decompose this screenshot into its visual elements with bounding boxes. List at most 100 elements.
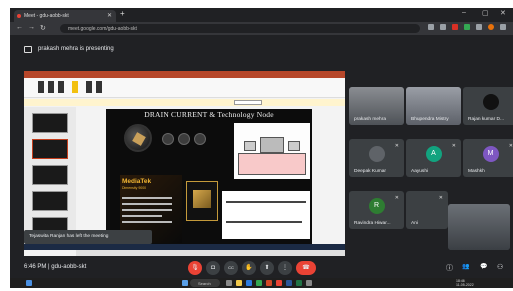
extension-icon[interactable] — [464, 24, 470, 30]
reload-icon[interactable]: ↻ — [40, 24, 46, 32]
muted-mic-icon: ✕ — [438, 195, 443, 201]
participant-tile[interactable]: Rajan kumar D... — [463, 87, 513, 125]
weather-icon[interactable] — [26, 280, 32, 286]
minimize-button[interactable]: – — [462, 9, 466, 16]
slide-thumbnail-selected — [32, 139, 68, 159]
info-icon[interactable]: ⓘ — [446, 263, 453, 273]
participant-name: prakash mehra — [354, 117, 386, 122]
edge-icon[interactable] — [246, 280, 252, 286]
taskbar-search[interactable]: Search — [190, 279, 220, 287]
slide-title: DRAIN CURRENT & Technology Node — [144, 110, 274, 119]
shared-taskbar — [24, 244, 345, 250]
text-line — [122, 197, 172, 199]
participant-tile[interactable]: ✕ Ani — [406, 191, 448, 229]
extension-icons — [428, 24, 506, 30]
participant-name: Bhupendra Mistry — [411, 117, 449, 122]
excel-icon[interactable] — [296, 280, 302, 286]
slide-thumbnails — [24, 107, 76, 247]
slide-thumbnail — [32, 191, 68, 211]
participant-avatar: R — [368, 198, 385, 214]
participant-tile[interactable]: ✕ M Mashkh — [463, 139, 513, 177]
participant-tile[interactable]: prakash mehra — [349, 87, 404, 125]
muted-mic-icon: ✕ — [508, 143, 513, 149]
menu-icon[interactable] — [500, 24, 506, 30]
extension-icon[interactable] — [452, 24, 458, 30]
extension-icon[interactable] — [440, 24, 446, 30]
raise-hand-button[interactable]: ✋ — [242, 261, 256, 275]
powerpoint-icon[interactable] — [266, 280, 272, 286]
presenting-banner: prakash mehra is presenting — [10, 41, 513, 59]
participant-tile[interactable]: ✕ R Ravindra Hiwar... — [349, 191, 404, 229]
meet-tab[interactable]: Meet - gdu-aobb-skt ✕ — [14, 10, 116, 22]
powerpoint-ribbon — [24, 78, 345, 98]
present-button[interactable]: ⬆ — [260, 261, 274, 275]
text-line — [122, 203, 172, 205]
substrate-shape — [238, 153, 306, 175]
back-icon[interactable]: ← — [16, 24, 23, 31]
meeting-code: gdu-aobb-skt — [51, 264, 87, 270]
app-icon[interactable] — [276, 280, 282, 286]
video-overlay-controls — [162, 133, 222, 147]
maximize-button[interactable]: ▢ — [482, 9, 489, 17]
url-input[interactable]: meet.google.com/gdu-aobb-skt — [60, 24, 420, 33]
profile-icon[interactable] — [488, 24, 494, 30]
enable-editing-button — [234, 100, 262, 105]
protected-view-bar — [24, 99, 345, 106]
participant-avatar — [368, 146, 385, 162]
chip-photo — [124, 124, 152, 152]
muted-mic-icon: ✕ — [394, 143, 399, 149]
more-options-button[interactable]: ⋮ — [278, 261, 292, 275]
new-tab-button[interactable]: + — [120, 9, 125, 18]
overlay-control-icon — [194, 133, 206, 145]
source-shape — [244, 141, 256, 151]
close-window-button[interactable]: ✕ — [500, 9, 506, 17]
system-clock[interactable]: 18:46 11-05-2022 — [456, 279, 474, 287]
recording-dot-icon — [17, 14, 21, 18]
meeting-time: 6:46 PM — [24, 264, 47, 270]
shared-screen: DRAIN CURRENT & Technology Node MediaTek… — [24, 71, 345, 256]
extension-icon[interactable] — [476, 24, 482, 30]
participant-avatar — [482, 94, 499, 110]
chat-icon[interactable]: 💬 — [480, 263, 487, 270]
left-meeting-toast: Tejaswita Ranjan has left the meeting — [24, 230, 152, 244]
search-label: Search — [198, 281, 211, 286]
camera-toggle-button[interactable]: ◘ — [206, 261, 220, 275]
ribbon-tool — [86, 81, 92, 93]
chrome-icon[interactable] — [256, 280, 262, 286]
tab-close-icon[interactable]: ✕ — [107, 12, 112, 19]
clock-date: 11-05-2022 — [456, 283, 474, 287]
drain-shape — [288, 141, 300, 151]
participant-name: Rajan kumar D... — [468, 117, 504, 122]
captions-button[interactable]: CC — [224, 261, 238, 275]
overlay-control-icon — [178, 133, 190, 145]
start-icon[interactable] — [182, 280, 188, 286]
activities-icon[interactable]: ⚇ — [497, 263, 503, 271]
participant-avatar: M — [482, 146, 499, 162]
participant-tile[interactable]: Bhupendra Mistry — [406, 87, 461, 125]
taskview-icon[interactable] — [226, 280, 232, 286]
ribbon-tool — [58, 81, 64, 93]
forward-icon[interactable]: → — [28, 24, 35, 31]
app-icon[interactable] — [306, 280, 312, 286]
text-line — [122, 221, 172, 223]
tab-title: Meet - gdu-aobb-skt — [24, 13, 69, 19]
ribbon-tool — [48, 81, 54, 93]
url-text: meet.google.com/gdu-aobb-skt — [68, 26, 137, 32]
extension-icon[interactable] — [428, 24, 434, 30]
mic-toggle-button[interactable]: 🎙 — [188, 261, 202, 275]
slide-thumbnail — [32, 113, 68, 133]
explorer-icon[interactable] — [236, 280, 242, 286]
gate-shape — [260, 137, 284, 153]
muted-mic-icon: ✕ — [451, 143, 456, 149]
participant-tile[interactable]: ✕ A Aayushi — [406, 139, 461, 177]
end-call-button[interactable]: ☎ — [296, 261, 316, 275]
self-view-tile[interactable] — [448, 204, 510, 250]
people-icon[interactable]: 👥 — [462, 263, 469, 270]
participant-tile[interactable]: ✕ Deepak Kumar — [349, 139, 404, 177]
present-screen-icon — [24, 46, 32, 53]
word-icon[interactable] — [286, 280, 292, 286]
text-line — [122, 209, 172, 211]
current-equations — [222, 191, 310, 239]
text-line — [122, 215, 162, 217]
highlighter-tool — [72, 81, 78, 93]
